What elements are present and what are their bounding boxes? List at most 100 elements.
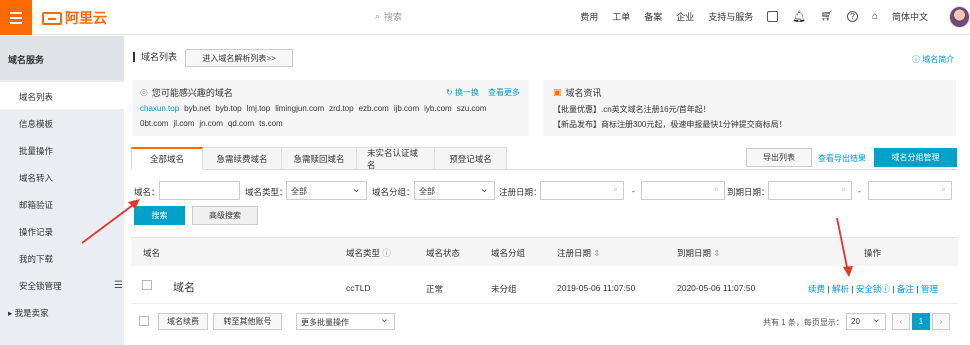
remark-link[interactable]: 备注 <box>897 284 914 294</box>
domain-type-select[interactable]: 全部 <box>286 181 367 200</box>
nav-support[interactable]: 支持与服务 <box>708 10 753 23</box>
sidebar-item-info-template[interactable]: 信息模板 <box>0 109 124 136</box>
tab-all-domains[interactable]: 全部域名 <box>131 147 203 170</box>
domain-group-select[interactable]: 全部 <box>414 181 495 200</box>
domain-suggestion[interactable]: ezb.com <box>359 104 389 113</box>
sidebar-item-domain-list[interactable]: 域名列表 <box>0 82 124 109</box>
reg-date-end[interactable] <box>641 181 725 200</box>
global-search[interactable]: ⌕ 搜索 <box>375 10 402 23</box>
dns-list-button[interactable]: 进入域名解析列表>> <box>185 49 293 67</box>
page-info: 共有 1 条，每页显示： <box>763 318 844 327</box>
aliyun-logo[interactable]: 阿里云 <box>42 8 107 28</box>
sidebar-item-downloads[interactable]: 我的下载 <box>0 244 124 271</box>
page-size-select[interactable]: 20 <box>846 312 886 330</box>
top-nav: 费用 工单 备案 企业 支持与服务 🔔︎ 🛒︎ ? ⌂ 简体中文 <box>580 10 928 23</box>
sidebar-item-seller[interactable]: ▸ 我是卖家 <box>0 298 124 325</box>
sidebar-item-security-lock[interactable]: 安全锁管理 <box>0 271 124 298</box>
sidebar-item-email-verify[interactable]: 邮箱验证 <box>0 190 124 217</box>
exp-date-end[interactable] <box>868 181 952 200</box>
sidebar-item-batch[interactable]: 批量操作 <box>0 136 124 163</box>
home-icon[interactable]: ⌂ <box>872 11 878 22</box>
col-status: 域名状态 <box>426 248 461 258</box>
more-link[interactable]: 查看更多 <box>488 87 520 98</box>
nav-enterprise[interactable]: 企业 <box>676 10 694 23</box>
resolve-link[interactable]: 解析 <box>832 284 849 294</box>
date-separator: - <box>632 186 635 196</box>
refresh-link[interactable]: ↻ 换一换 <box>446 87 479 98</box>
group-manage-button[interactable]: 域名分组管理 <box>874 148 957 167</box>
export-result-link[interactable]: 查看导出结果 <box>818 153 866 164</box>
interest-title: ◎ 您可能感兴趣的域名 <box>140 86 233 99</box>
transfer-account-button[interactable]: 转至其他账号 <box>213 313 282 330</box>
info-icon: ⓘ <box>912 55 923 64</box>
export-list-button[interactable]: 导出列表 <box>746 148 812 167</box>
sort-icon: ⇕ <box>713 248 721 258</box>
security-lock-link[interactable]: 安全锁ⓘ <box>856 284 890 294</box>
help-icon[interactable]: ? <box>846 11 858 22</box>
domain-type-label: 域名类型： <box>245 187 288 197</box>
advanced-search-button[interactable]: 高级搜索 <box>192 206 258 225</box>
news-item[interactable]: 【新品发布】商标注册300元起，极速申报最快1分钟提交商标局！ <box>553 119 787 130</box>
col-exp-date-label: 到期日期 <box>677 248 712 258</box>
news-title: ▣ 域名资讯 <box>553 86 602 99</box>
domain-suggestion[interactable]: szu.com <box>457 104 487 113</box>
domain-intro-label: 域名简介 <box>922 55 955 64</box>
row-checkbox[interactable] <box>142 280 152 290</box>
domain-suggestion[interactable]: ts.com <box>259 119 283 128</box>
sidebar-item-operation-log[interactable]: 操作记录 <box>0 217 124 244</box>
domain-suggestion[interactable]: jn.com <box>199 119 223 128</box>
news-item[interactable]: 【批量优惠】.cn英文域名注册16元/首年起！ <box>553 104 711 115</box>
nav-icp[interactable]: 备案 <box>644 10 662 23</box>
help-icon[interactable]: ⓘ <box>382 248 391 258</box>
col-reg-date[interactable]: 注册日期 ⇕ <box>557 247 601 259</box>
prev-page-button[interactable]: ‹ <box>892 313 910 330</box>
row-domain[interactable]: 域名 <box>173 279 195 295</box>
domain-suggestion[interactable]: limingjun.com <box>275 104 324 113</box>
tab-redeem-needed[interactable]: 急需赎回域名 <box>282 147 357 170</box>
select-all-checkbox[interactable] <box>139 316 149 326</box>
sidebar-item-transfer-in[interactable]: 域名转入 <box>0 163 124 190</box>
screen-icon[interactable] <box>767 11 779 22</box>
gift-icon: ▣ <box>553 87 562 97</box>
domain-suggestion[interactable]: 0bt.com <box>140 119 168 128</box>
col-exp-date[interactable]: 到期日期 ⇕ <box>677 247 721 259</box>
reg-date-start[interactable] <box>540 181 624 200</box>
domain-suggestion[interactable]: zrd.top <box>329 104 353 113</box>
tab-unverified[interactable]: 未实名认证域名 <box>357 147 435 170</box>
interest-title-text: 您可能感兴趣的域名 <box>151 88 233 98</box>
nav-billing[interactable]: 费用 <box>580 10 598 23</box>
domain-suggestion[interactable]: chaxun.top <box>140 104 179 113</box>
bell-icon[interactable]: 🔔︎ <box>792 10 806 23</box>
domain-suggestion[interactable]: ijb.com <box>394 104 419 113</box>
cart-icon[interactable]: 🛒︎ <box>820 11 833 22</box>
tab-preregistered[interactable]: 预登记域名 <box>435 147 507 170</box>
next-page-button[interactable]: › <box>932 313 950 330</box>
table-header <box>131 237 958 266</box>
more-batch-select[interactable]: 更多批量操作 <box>296 312 395 330</box>
domain-suggestion[interactable]: lmj.top <box>247 104 271 113</box>
domain-suggestion[interactable]: iyb.com <box>424 104 452 113</box>
search-button[interactable]: 搜索 <box>134 206 185 225</box>
language-switch[interactable]: 简体中文 <box>892 10 928 23</box>
domain-intro-link[interactable]: ⓘ 域名简介 <box>912 54 954 65</box>
domain-suggestion[interactable]: jl.com <box>173 119 194 128</box>
domain-suggestion[interactable]: qd.com <box>228 119 254 128</box>
col-type-label: 域名类型 <box>346 248 381 258</box>
renew-link[interactable]: 续费 <box>808 284 825 294</box>
exp-date-label: 到期日期： <box>727 187 770 197</box>
exp-date-start[interactable] <box>768 181 852 200</box>
lightbulb-icon: ◎ <box>140 87 148 97</box>
batch-renew-button[interactable]: 域名续费 <box>158 313 208 330</box>
avatar[interactable] <box>949 6 970 28</box>
nav-tickets[interactable]: 工单 <box>612 10 630 23</box>
menu-icon[interactable] <box>0 0 32 35</box>
domain-suggestions-line1: chaxun.top byb.net byb.top lmj.top limingjun… <box>140 104 492 113</box>
domain-suggestion[interactable]: byb.top <box>215 104 241 113</box>
domain-name-input[interactable] <box>159 181 240 200</box>
collapse-sidebar-icon[interactable]: ☰ <box>114 280 123 291</box>
manage-link[interactable]: 管理 <box>921 284 938 294</box>
page-title: 域名列表 <box>133 52 177 62</box>
page-1-button[interactable]: 1 <box>912 313 930 330</box>
domain-suggestion[interactable]: byb.net <box>184 104 210 113</box>
tab-renew-needed[interactable]: 急需续费域名 <box>203 147 282 170</box>
